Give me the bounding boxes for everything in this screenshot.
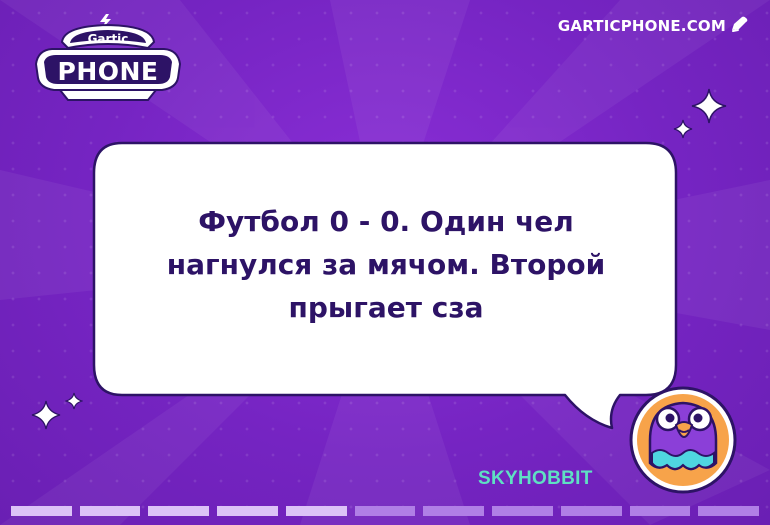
progress-segment (560, 506, 622, 516)
progress-segment (492, 506, 553, 516)
progress-segment (423, 506, 485, 516)
progress-segment (148, 506, 210, 516)
message-line: прыгает сза (288, 291, 484, 324)
message-line: нагнулся за мячом. Второй (166, 248, 606, 281)
progress-segment (354, 506, 416, 516)
progress-segment (698, 506, 760, 516)
progress-segment (285, 506, 347, 516)
message-line: Футбол 0 - 0. Один чел (198, 205, 574, 238)
progress-segment (217, 506, 278, 516)
player-avatar (629, 386, 737, 494)
player-name: SKYHOBBIT (478, 468, 593, 489)
progress-segment (79, 506, 141, 516)
progress-segment (629, 506, 691, 516)
message-text: Футбол 0 - 0. Один чел нагнулся за мячом… (130, 200, 642, 329)
round-progress (11, 506, 760, 516)
progress-segment (11, 506, 72, 516)
